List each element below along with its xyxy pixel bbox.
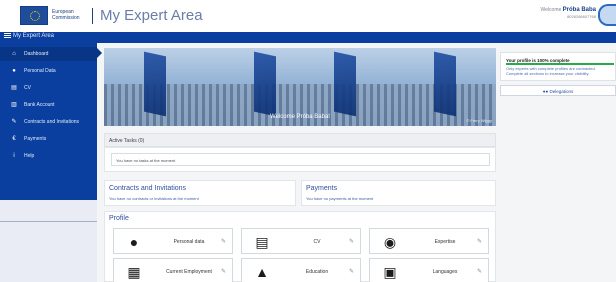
photo-credit: © Ferry Wiggy [466, 118, 492, 123]
profile-tile-current-employment[interactable]: ▦ Current Employment ✎ [113, 258, 233, 282]
edit-icon: ✎ [11, 119, 17, 125]
profile-tile-cv[interactable]: ▤ CV ✎ [241, 228, 361, 254]
tile-label: Personal data [173, 239, 205, 245]
profile-progress-bar [506, 63, 614, 65]
org-line2: Commission [52, 15, 80, 21]
sidebar-item-cv[interactable]: ▤ CV [0, 81, 97, 95]
eu-flag-image [254, 51, 276, 117]
welcome-prefix: Welcome [540, 7, 562, 13]
hero-banner: Welcome Próba Baba! © Ferry Wiggy [104, 48, 496, 126]
tile-label: CV [313, 239, 321, 245]
active-tasks-header: Active Tasks (0) [104, 133, 496, 147]
sidebar-item-label: Help [24, 153, 35, 159]
profile-status-panel: Your profile is 100% complete Only exper… [500, 52, 616, 81]
organization-name: European Commission [52, 9, 90, 21]
building-icon: ▦ [127, 264, 141, 280]
edit-pencil-icon[interactable]: ✎ [349, 238, 354, 245]
bank-icon: ▥ [11, 102, 17, 108]
profile-tile-education[interactable]: ▲ Education ✎ [241, 258, 361, 282]
eu-flag-logo[interactable] [20, 6, 48, 25]
tile-label: Current Employment [166, 269, 212, 275]
euro-icon: € [12, 136, 16, 142]
edit-pencil-icon[interactable]: ✎ [221, 238, 226, 245]
profile-title: Profile [109, 215, 129, 222]
payments-subtitle: You have no payments at the moment [306, 196, 374, 201]
app-title: My Expert Area [100, 7, 203, 24]
sidebar-item-label: CV [24, 85, 31, 91]
profile-tile-expertise[interactable]: ◉ Expertise ✎ [369, 228, 489, 254]
page: European Commission My Expert Area Welco… [0, 0, 616, 282]
no-tasks-message: You have no tasks at the moment [111, 153, 490, 166]
user-icon: ● [12, 68, 16, 74]
sidebar-item-payments[interactable]: € Payments [0, 132, 97, 146]
user-id: 8026266607766 [567, 14, 596, 19]
overlay-divider [0, 221, 97, 222]
sidebar-item-label: Personal Data [24, 68, 56, 74]
language-icon: ▣ [383, 264, 397, 280]
nav-band: My Expert Area [0, 32, 616, 43]
active-item-indicator [97, 48, 102, 58]
profile-status-text: Only experts with complete profiles are … [506, 66, 596, 76]
payments-title[interactable]: Payments [306, 185, 337, 192]
target-icon: ◉ [383, 234, 397, 250]
contracts-panel[interactable]: Contracts and Invitations You have no co… [104, 180, 296, 206]
profile-tile-personal-data[interactable]: ● Personal data ✎ [113, 228, 233, 254]
sidebar-item-contracts[interactable]: ✎ Contracts and Invitations [0, 115, 97, 129]
eu-flag-image [144, 51, 166, 117]
contracts-subtitle: You have no contracts or invitations at … [109, 196, 199, 201]
top-header: European Commission My Expert Area Welco… [0, 0, 616, 32]
user-avatar[interactable] [598, 4, 616, 26]
sidebar-item-label: Payments [24, 136, 47, 142]
sidebar-item-bank-account[interactable]: ▥ Bank Account [0, 98, 97, 112]
hero-caption: Welcome Próba Baba! [270, 114, 330, 120]
edit-pencil-icon[interactable]: ✎ [477, 268, 482, 275]
tile-label: Expertise [434, 239, 456, 245]
id-card-icon: ▤ [11, 85, 17, 91]
welcome-block: Welcome Próba Baba 8026266607766 [541, 7, 596, 19]
home-icon: ⌂ [12, 51, 16, 57]
delegations-label: Delegations [549, 89, 574, 94]
edit-pencil-icon[interactable]: ✎ [221, 268, 226, 275]
menu-toggle[interactable]: My Expert Area [4, 33, 54, 39]
sidebar-item-label: Dashboard [24, 51, 49, 57]
menu-label: My Expert Area [13, 33, 55, 39]
overlay-region [0, 200, 97, 282]
sidebar-item-label: Bank Account [24, 102, 55, 108]
sidebar-item-personal-data[interactable]: ● Personal Data [0, 64, 97, 78]
sidebar-item-dashboard[interactable]: ⌂ Dashboard [0, 47, 97, 61]
graduation-cap-icon: ▲ [255, 264, 269, 280]
user-name[interactable]: Próba Baba [563, 7, 596, 13]
edit-pencil-icon[interactable]: ✎ [349, 268, 354, 275]
profile-tile-languages[interactable]: ▣ Languages ✎ [369, 258, 489, 282]
contracts-title[interactable]: Contracts and Invitations [109, 185, 186, 192]
sidebar-item-help[interactable]: i Help [0, 149, 97, 163]
eu-flag-image [434, 51, 456, 117]
info-icon: i [13, 153, 15, 159]
profile-panel: Profile ● Personal data ✎ ▤ CV ✎ ◉ Exper… [104, 211, 496, 282]
header-separator [92, 8, 93, 24]
edit-pencil-icon[interactable]: ✎ [477, 238, 482, 245]
hamburger-icon[interactable] [4, 33, 11, 38]
delegations-button[interactable]: ●● Delegations [500, 85, 616, 96]
id-card-icon: ▤ [255, 234, 269, 250]
person-icon: ● [129, 234, 139, 250]
active-tasks-panel: You have no tasks at the moment [104, 147, 496, 172]
payments-panel[interactable]: Payments You have no payments at the mom… [301, 180, 496, 206]
sidebar-item-label: Contracts and Invitations [24, 119, 80, 125]
eu-flag-image [334, 51, 356, 117]
tile-label: Languages [432, 269, 458, 275]
tile-label: Education [305, 269, 329, 275]
